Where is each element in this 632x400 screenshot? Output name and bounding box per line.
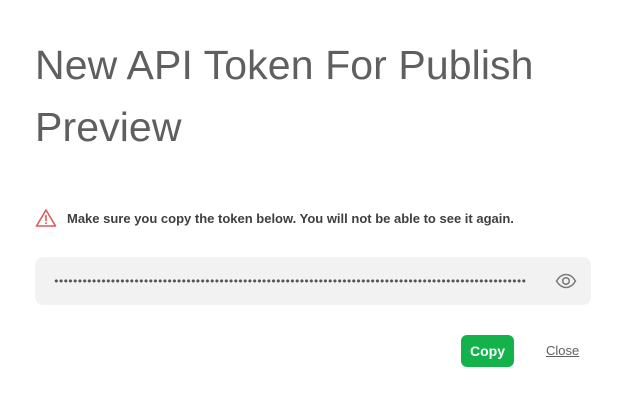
api-token-dialog: New API Token For Publish Preview Make s… [0, 0, 632, 400]
token-input[interactable] [53, 269, 545, 293]
close-link[interactable]: Close [546, 343, 579, 358]
eye-icon[interactable] [555, 271, 577, 291]
token-field [35, 257, 591, 305]
warning-message: Make sure you copy the token below. You … [35, 206, 514, 230]
warning-text: Make sure you copy the token below. You … [67, 210, 514, 226]
dialog-title: New API Token For Publish Preview [35, 42, 534, 150]
warning-triangle-icon [35, 208, 57, 228]
copy-button[interactable]: Copy [461, 335, 514, 367]
